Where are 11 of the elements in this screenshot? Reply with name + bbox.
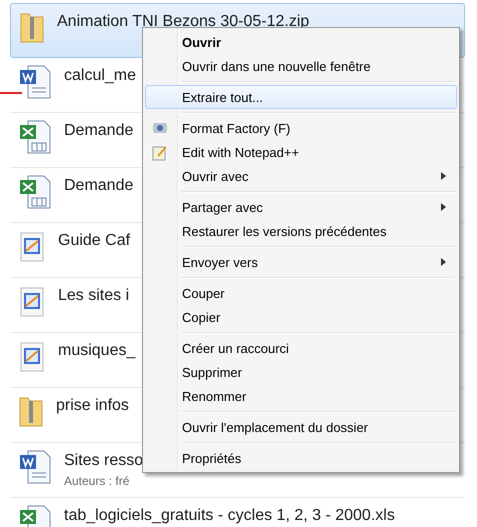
- file-name: calcul_me: [64, 67, 136, 85]
- file-name: prise infos: [56, 397, 129, 415]
- file-name: Les sites i: [58, 287, 130, 305]
- file-name: musiques_: [58, 342, 136, 360]
- file-name: tab_logiciels_gratuits - cycles 1, 2, 3 - 2000.xls: [64, 507, 395, 525]
- file-name: Demande: [64, 177, 134, 195]
- file-name: Guide Caf: [58, 232, 130, 250]
- file-name: Animation TNI Bezons 30-05-12.zip: [57, 13, 310, 31]
- file-name: Demande: [64, 122, 134, 140]
- file-name: Sites resso: [64, 452, 144, 470]
- file-authors: Auteurs : fré: [64, 474, 130, 488]
